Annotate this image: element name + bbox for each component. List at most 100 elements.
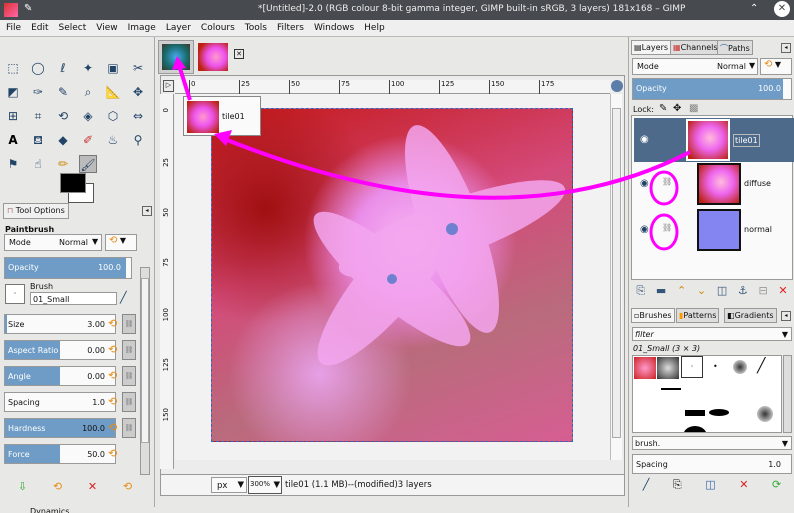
color-picker-icon[interactable]: ✎ xyxy=(54,83,72,101)
brush-name-field[interactable]: 01_Small xyxy=(30,292,117,305)
chain-toggle-icon[interactable]: ⛓ xyxy=(122,340,136,360)
navigate-button[interactable] xyxy=(611,80,623,92)
reset-icon[interactable]: ⟲ xyxy=(108,421,120,435)
reset-icon[interactable]: ⟲ xyxy=(108,369,120,383)
text-tool-icon[interactable]: A xyxy=(4,131,22,149)
menu-edit[interactable]: Edit xyxy=(25,20,52,36)
menu-file[interactable]: File xyxy=(0,20,25,36)
reset-icon[interactable]: ⟲ xyxy=(108,343,120,357)
ellipse-select-icon[interactable]: ◯ xyxy=(29,59,47,77)
mode-reset-button[interactable]: ⟲ ▼ xyxy=(105,234,137,251)
menu-select[interactable]: Select xyxy=(53,20,91,36)
brush-filter-input[interactable]: filter ▼ xyxy=(632,327,792,341)
tab-layers[interactable]: ▤Layers xyxy=(631,40,672,55)
chain-toggle-icon[interactable]: ⛓ xyxy=(122,392,136,412)
warp-icon[interactable]: ◈ xyxy=(79,107,97,125)
unified-transform-icon[interactable]: ⟲ xyxy=(54,107,72,125)
tab-brushes[interactable]: ▫Brushes xyxy=(631,308,675,323)
rect-select-icon[interactable]: ⬚ xyxy=(4,59,22,77)
layer-mode-reset[interactable]: ⟲ ▼ xyxy=(760,58,792,75)
paintbrush-icon[interactable]: 🖌 xyxy=(79,155,97,173)
lock-alpha-icon[interactable]: ▩ xyxy=(689,103,698,114)
eye-icon[interactable]: ◉ xyxy=(640,224,649,235)
delete-options-icon[interactable]: ✕ xyxy=(88,480,97,493)
layer-name[interactable]: diffuse xyxy=(744,179,771,188)
chain-toggle-icon[interactable]: ⛓ xyxy=(122,418,136,438)
param-spacing-slider[interactable]: Spacing 1.0 xyxy=(4,392,116,412)
lower-layer-icon[interactable]: ⌄ xyxy=(697,284,706,298)
tab-gradients[interactable]: ◧Gradients xyxy=(724,308,777,323)
param-angle-slider[interactable]: Angle 0.00 xyxy=(4,366,116,386)
measure-icon[interactable]: 📐 xyxy=(104,83,122,101)
mode-dropdown[interactable]: Mode Normal ▼ xyxy=(4,234,102,251)
reset-icon[interactable]: ⟲ xyxy=(108,447,120,461)
unit-dropdown[interactable]: px ▼ xyxy=(211,477,247,493)
move-icon[interactable]: ✥ xyxy=(129,83,147,101)
menu-view[interactable]: View xyxy=(90,20,121,36)
merge-layer-icon[interactable]: ⊟ xyxy=(759,284,768,298)
new-group-icon[interactable]: ▬ xyxy=(656,284,666,298)
reset-icon[interactable]: ⟲ xyxy=(108,395,120,409)
zoom-dropdown[interactable]: 300% ▼ xyxy=(248,476,282,494)
menu-filters[interactable]: Filters xyxy=(271,20,308,36)
heal-icon[interactable]: ⚑ xyxy=(4,155,22,173)
menu-image[interactable]: Image xyxy=(122,20,160,36)
panel-menu-icon[interactable]: ◂ xyxy=(781,311,791,321)
layer-name[interactable]: tile01 xyxy=(733,134,760,147)
color-select-icon[interactable]: ▣ xyxy=(104,59,122,77)
save-options-icon[interactable]: ⇩ xyxy=(18,480,27,493)
raise-layer-icon[interactable]: ⌃ xyxy=(677,284,686,298)
image-tab-1[interactable] xyxy=(158,40,194,74)
chain-link-icon[interactable]: ⛓ xyxy=(662,177,672,186)
new-brush-icon[interactable]: ⎘ xyxy=(673,478,682,492)
menu-colours[interactable]: Colours xyxy=(195,20,239,36)
tab-channels[interactable]: ▦Channels xyxy=(670,40,721,55)
smudge-icon[interactable]: ☝ xyxy=(29,155,47,173)
lock-pixels-icon[interactable]: ✎ xyxy=(659,103,667,114)
brush-preview[interactable]: · xyxy=(5,284,25,304)
duplicate-layer-icon[interactable]: ◫ xyxy=(717,284,727,298)
fuzzy-select-icon[interactable]: ✦ xyxy=(79,59,97,77)
reset-options-icon[interactable]: ⟲ xyxy=(123,480,132,493)
delete-layer-icon[interactable]: ✕ xyxy=(778,284,787,298)
zoom-icon[interactable]: ⌕ xyxy=(79,83,97,101)
image-canvas[interactable] xyxy=(211,108,573,442)
layer-name[interactable]: normal xyxy=(744,225,772,234)
pin-icon[interactable]: ✎ xyxy=(24,3,32,14)
brush-tag-input[interactable]: brush. ▼ xyxy=(632,436,792,450)
canvas-vertical-scrollbar[interactable] xyxy=(610,94,622,460)
param-size-slider[interactable]: Size 3.00 xyxy=(4,314,116,334)
panel-menu-icon[interactable]: ◂ xyxy=(142,206,152,216)
image-tab-2[interactable] xyxy=(198,43,228,71)
tab-paths[interactable]: ⌒Paths xyxy=(717,40,753,55)
options-scrollbar[interactable] xyxy=(140,267,150,475)
menu-windows[interactable]: Windows xyxy=(308,20,358,36)
refresh-brushes-icon[interactable]: ⟳ xyxy=(772,478,781,492)
edit-brush-icon[interactable]: ╱ xyxy=(643,478,650,492)
cage-icon[interactable]: ⬡ xyxy=(104,107,122,125)
brush-grid[interactable]: · • ╱ xyxy=(632,355,782,433)
eraser-icon[interactable]: ✐ xyxy=(79,131,97,149)
param-aspect-ratio-slider[interactable]: Aspect Ratio 0.00 xyxy=(4,340,116,360)
menu-tools[interactable]: Tools xyxy=(239,20,271,36)
lasso-icon[interactable]: ℓ xyxy=(54,59,72,77)
layer-opacity-slider[interactable]: Opacity 100.0 xyxy=(632,78,792,100)
chain-toggle-icon[interactable]: ⛓ xyxy=(122,314,136,334)
reset-icon[interactable]: ⟲ xyxy=(108,317,120,331)
tool-options-tab[interactable]: ⊓ Tool Options xyxy=(3,203,69,219)
brush-grid-scrollbar[interactable] xyxy=(783,355,792,433)
brush-item[interactable] xyxy=(634,357,656,379)
clone-icon[interactable]: ⚲ xyxy=(129,131,147,149)
panel-menu-icon[interactable]: ◂ xyxy=(781,43,791,53)
eye-icon[interactable]: ◉ xyxy=(640,134,649,145)
edit-brush-icon[interactable]: ╱ xyxy=(120,291,127,304)
opacity-slider[interactable]: Opacity 100.0 xyxy=(4,257,132,279)
chain-toggle-icon[interactable]: ⛓ xyxy=(122,366,136,386)
eye-icon[interactable]: ◉ xyxy=(640,178,649,189)
brush-spacing-slider[interactable]: Spacing 1.0 xyxy=(632,454,792,474)
tab-patterns[interactable]: ▮Patterns xyxy=(676,308,720,323)
scissors-icon[interactable]: ✂ xyxy=(129,59,147,77)
crop-icon[interactable]: ⌗ xyxy=(29,107,47,125)
layer-row-normal[interactable]: ◉ ⛓ normal xyxy=(634,208,794,252)
close-icon[interactable]: ✕ xyxy=(774,1,790,17)
